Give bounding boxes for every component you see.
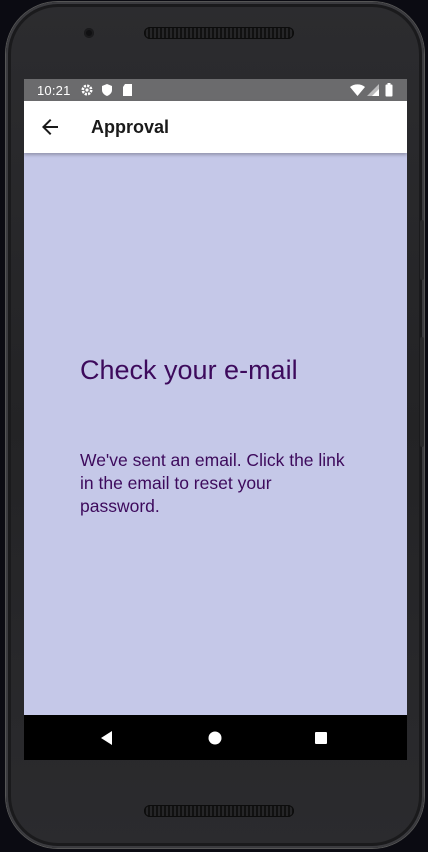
check-email-heading: Check your e-mail [80,355,298,385]
gear-icon [81,84,93,96]
home-circle-icon[interactable] [206,729,224,747]
signal-icon [367,84,379,96]
arrow-back-icon[interactable] [38,115,62,139]
wifi-icon [350,84,365,96]
status-bar: 10:21 [24,79,407,101]
app-bar: Approval [24,101,407,153]
recents-square-icon[interactable] [312,729,330,747]
shield-icon [102,84,112,96]
front-camera [84,28,94,38]
reset-instructions-text: We've sent an email. Click the link in t… [80,450,345,516]
power-button [420,337,424,447]
volume-button [420,220,424,280]
sd-card-icon [123,84,132,96]
system-nav-bar [24,715,407,760]
back-triangle-icon[interactable] [98,729,116,747]
top-speaker [144,27,294,39]
bottom-speaker [144,805,294,817]
battery-icon [385,83,393,97]
status-time: 10:21 [37,83,71,98]
page-title: Approval [91,117,170,137]
device-screen: 10:21 Approval Check your e-mail We've s… [24,79,407,760]
